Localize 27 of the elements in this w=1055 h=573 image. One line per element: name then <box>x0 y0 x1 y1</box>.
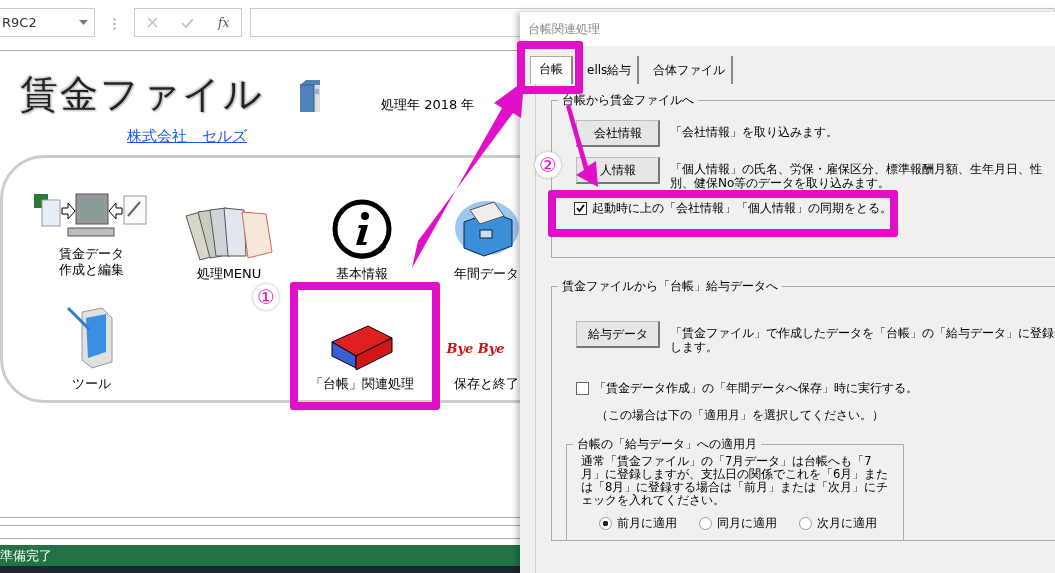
dialog-title: 台帳関連処理 <box>528 20 600 38</box>
checkbox-label: 起動時に上の「会社情報」「個人情報」の同期をとる。 <box>592 200 892 216</box>
menu-label: 「台帳」関連処理 <box>309 376 414 392</box>
button-description: 「会社情報」を取り込みます。 <box>670 124 839 140</box>
menu-label: 年間データ <box>454 266 519 282</box>
note-text: （この場合は下の「適用月」を選択してください。） <box>596 406 885 424</box>
explanation-text: 通常「賃金ファイル」の「7月データ」は台帳へも「7月」に登録しますが、支払日の関係でこれを「6月」または「8月」に登録する場合は「前月」または「次月」にチェックを入れてください。 <box>581 454 890 508</box>
menu-label: 保存と終了 <box>454 376 519 392</box>
menu-label: 処理MENU <box>196 266 262 282</box>
radio-label: 同月に適用 <box>717 515 777 533</box>
radio-label: 前月に適用 <box>617 515 677 533</box>
menu-label: ツール <box>71 376 111 392</box>
menu-label: 賃金データ <box>58 246 124 262</box>
checkbox-label: 「賃金データ作成」の「年間データへ保存」時に実行する。 <box>594 379 918 397</box>
button-description: 「個人情報」の氏名、労保・雇保区分、標準報酬月額、生年月日、性別、健保No等のデータを取り込みます。 <box>670 161 1043 191</box>
menu-label: 基本情報 <box>335 266 388 282</box>
group-legend: 台帳から賃金ファイルへ <box>558 92 698 109</box>
app-title: 賃金ファイル <box>20 70 264 118</box>
group-legend: 賃金ファイルから「台帳」給与データへ <box>558 278 782 295</box>
radio-label: 次月に適用 <box>817 515 877 533</box>
group-legend: 台帳の「給与データ」への適用月 <box>573 435 761 453</box>
status-text: 準備完了 <box>0 546 52 565</box>
step-number: ① <box>253 284 279 310</box>
menu-label: 作成と編集 <box>58 261 124 278</box>
button-description: 「賃金ファイル」で作成したデータを「台帳」の「給与データ」に登録します。 <box>670 325 1055 355</box>
processing-year: 処理年 2018 年 <box>381 96 475 114</box>
bye-logo: Bye Bye <box>446 341 505 357</box>
